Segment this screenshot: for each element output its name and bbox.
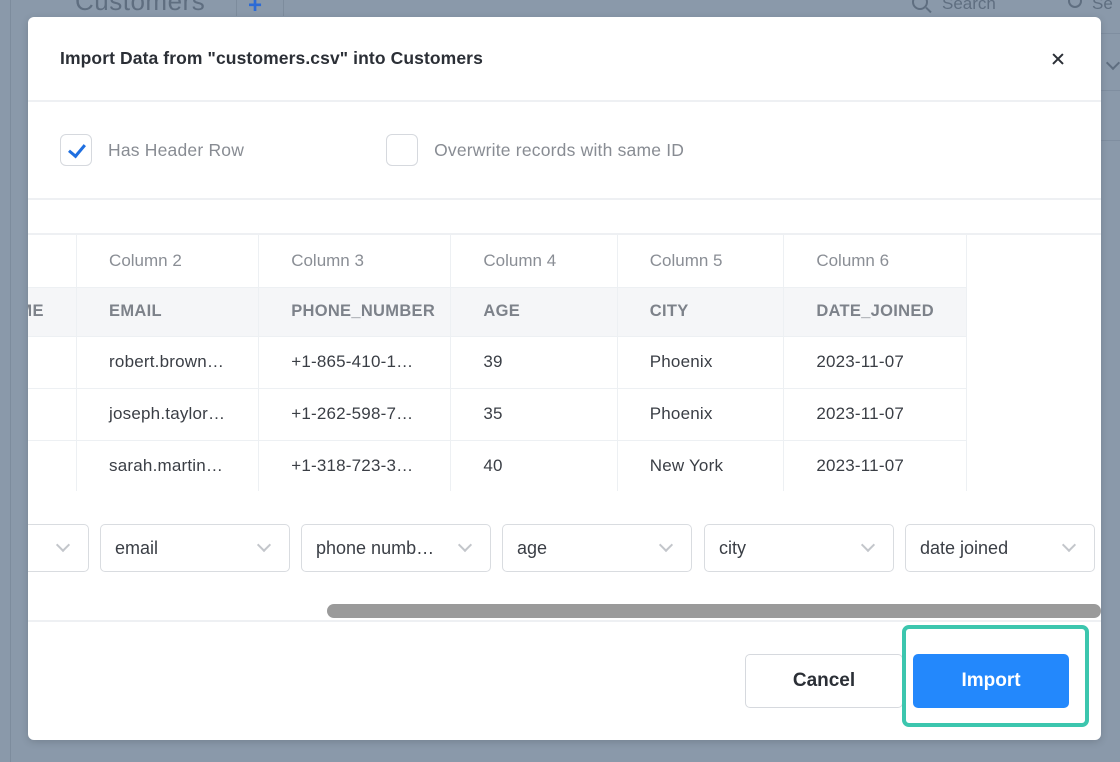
row-divider [1100,140,1120,141]
page-title: Customers [75,0,206,16]
table-row: robert.brown… +1-865-410-1… 39 Phoenix 2… [28,336,967,389]
refresh-label: Se [1092,0,1113,13]
table-cell: 35 [450,388,618,441]
footer-divider [28,620,1101,622]
table-cell: New York [617,440,785,491]
column-number: Column 5 [617,235,785,288]
column-number: Column 2 [76,235,260,288]
chevron-down-icon [1061,537,1077,553]
import-dialog: Import Data from "customers.csv" into Cu… [28,17,1101,740]
select-value: date joined [920,537,1009,558]
overwrite-records-label: Overwrite records with same ID [434,139,685,160]
preview-table-container: Column 1 Column 2 Column 3 Column 4 Colu… [28,233,1101,491]
table-cell [28,388,78,441]
column-number-row: Column 1 Column 2 Column 3 Column 4 Colu… [28,235,967,288]
table-cell [28,440,78,491]
search-label: Search [942,0,996,13]
field-mapping-row: email phone numb… age city date joined [28,524,1101,572]
close-icon[interactable] [1047,48,1069,70]
table-cell: +1-318-723-3… [258,440,452,491]
chevron-down-icon[interactable] [1105,55,1120,71]
search-icon [912,0,928,10]
preview-table: Column 1 Column 2 Column 3 Column 4 Colu… [28,235,967,491]
horizontal-scrollbar[interactable] [28,602,1101,620]
column-number: Column 3 [258,235,452,288]
table-cell: Phoenix [617,336,785,389]
dialog-header: Import Data from "customers.csv" into Cu… [28,17,1101,102]
divider [236,0,237,16]
select-value: city [719,537,746,558]
table-cell: 2023-11-07 [783,388,967,441]
scrollbar-thumb[interactable] [327,604,1101,618]
table-cell: sarah.martin… [76,440,260,491]
has-header-row-checkbox[interactable] [60,134,92,166]
has-header-row-option[interactable]: Has Header Row [60,134,244,166]
table-cell: 40 [450,440,618,491]
table-cell: Phoenix [617,388,785,441]
csv-header: AGE [450,287,618,337]
dialog-title: Import Data from "customers.csv" into Cu… [60,48,483,68]
field-mapping-select-1[interactable] [28,524,89,572]
select-value: email [115,537,159,558]
import-button[interactable]: Import [913,654,1069,708]
refresh-button[interactable]: Se [1068,0,1113,14]
table-cell: 39 [450,336,618,389]
table-cell: joseph.taylor… [76,388,260,441]
chevron-down-icon [55,537,71,553]
table-cell: robert.brown… [76,336,260,389]
table-cell: +1-262-598-7… [258,388,452,441]
overwrite-records-option[interactable]: Overwrite records with same ID [386,134,684,166]
table-cell: +1-865-410-1… [258,336,452,389]
sidebar-edge [10,0,11,762]
chevron-down-icon [457,537,473,553]
csv-header: DATE_JOINED [783,287,967,337]
field-mapping-select-email[interactable]: email [100,524,290,572]
search-button[interactable]: Search [912,0,996,14]
row-divider [1100,90,1120,91]
csv-header: NAME [28,287,78,337]
table-cell: 2023-11-07 [783,336,967,389]
field-mapping-select-age[interactable]: age [502,524,692,572]
table-cell [28,336,78,389]
select-value: age [517,537,548,558]
row-divider [1100,33,1120,34]
import-options: Has Header Row Overwrite records with sa… [28,102,1101,200]
field-mapping-select-phone[interactable]: phone numb… [301,524,491,572]
field-mapping-select-city[interactable]: city [704,524,894,572]
refresh-icon [1068,0,1082,8]
has-header-row-label: Has Header Row [108,139,245,160]
overwrite-records-checkbox[interactable] [386,134,419,166]
column-number: Column 6 [783,235,967,288]
select-value: phone numb… [316,537,435,558]
table-row: sarah.martin… +1-318-723-3… 40 New York … [28,440,967,491]
csv-header-row: NAME EMAIL PHONE_NUMBER AGE CITY DATE_JO… [28,287,967,337]
chevron-down-icon [860,537,876,553]
table-cell: 2023-11-07 [783,440,967,491]
chevron-down-icon [256,537,272,553]
column-number: Column 1 [28,235,78,288]
cancel-button[interactable]: Cancel [745,654,903,708]
csv-header: EMAIL [76,287,260,337]
field-mapping-select-date-joined[interactable]: date joined [905,524,1095,572]
table-row: joseph.taylor… +1-262-598-7… 35 Phoenix … [28,388,967,441]
csv-header: PHONE_NUMBER [258,287,452,337]
divider [283,0,284,16]
column-number: Column 4 [450,235,618,288]
chevron-down-icon [658,537,674,553]
csv-header: CITY [617,287,785,337]
